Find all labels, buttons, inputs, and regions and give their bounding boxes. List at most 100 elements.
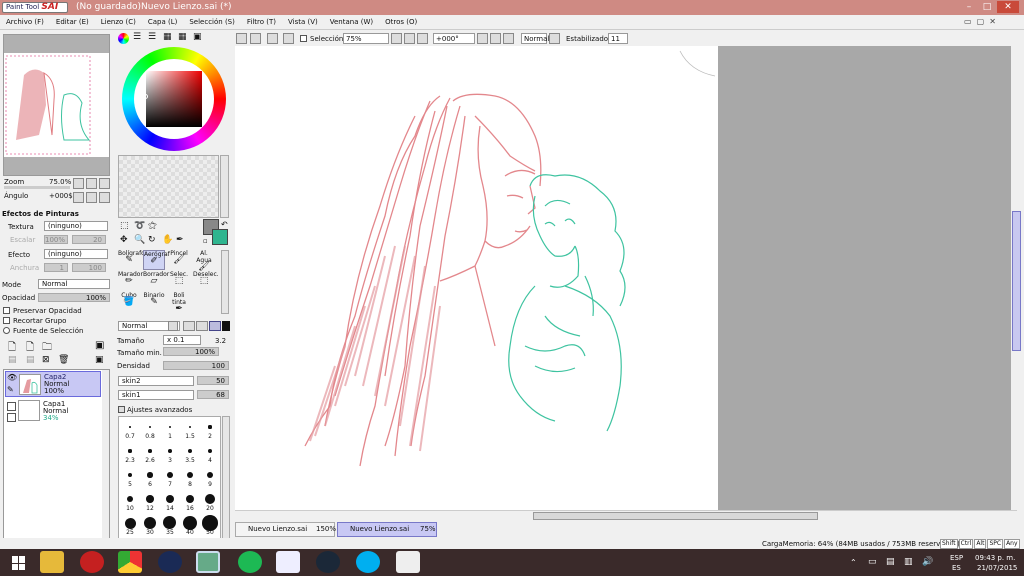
- brush-size-cell[interactable]: 4: [200, 443, 220, 467]
- swatches-tab-icon[interactable]: ▦: [163, 32, 172, 42]
- zoom-reset-button[interactable]: [417, 33, 428, 44]
- layer-mask-icon[interactable]: ▣: [95, 355, 104, 365]
- clock-date[interactable]: 21/07/2015: [977, 564, 1017, 572]
- brush-size-cell[interactable]: 20: [200, 491, 220, 515]
- brush-size-cell[interactable]: 2.6: [140, 443, 160, 467]
- size-value[interactable]: 3.2: [215, 337, 226, 345]
- rect-select-icon[interactable]: ⬚: [120, 221, 129, 231]
- density-slider[interactable]: 100: [163, 361, 229, 370]
- power-icon[interactable]: [80, 551, 104, 573]
- merge-down-icon[interactable]: ▤: [26, 355, 35, 365]
- menu-view[interactable]: Vista (V): [282, 15, 324, 29]
- mixer-tab-icon[interactable]: ▣: [193, 32, 202, 42]
- brush-size-cell[interactable]: 1: [160, 419, 180, 443]
- minimize-button[interactable]: –: [962, 1, 976, 13]
- action-center-icon[interactable]: ▤: [886, 557, 895, 567]
- eyedropper-icon[interactable]: ✒: [176, 235, 184, 245]
- transfer-down-icon[interactable]: ▤: [8, 355, 17, 365]
- start-button-icon[interactable]: [12, 556, 26, 570]
- menu-selection[interactable]: Selección (S): [183, 15, 241, 29]
- brush-size-cell[interactable]: 12: [140, 491, 160, 515]
- canvas-area[interactable]: [235, 46, 1017, 510]
- zoom-in-button[interactable]: [404, 33, 415, 44]
- tab-document-2[interactable]: Nuevo Lienzo.sai 75%: [337, 522, 437, 537]
- tool-binary[interactable]: Binario ✎: [143, 292, 165, 312]
- zoom-slider[interactable]: [4, 186, 70, 189]
- min-size-slider[interactable]: 100%: [163, 347, 219, 356]
- brush-size-cell[interactable]: 50: [200, 515, 220, 539]
- tool-pen[interactable]: Bolígrafo ✎: [118, 250, 145, 270]
- network-icon[interactable]: ▥: [904, 557, 913, 567]
- scale-value[interactable]: 100%: [44, 235, 68, 244]
- layer-row-capa2[interactable]: 👁 ✎ Capa2 Normal 100%: [5, 371, 101, 397]
- brush-size-cell[interactable]: 1.5: [180, 419, 200, 443]
- brush-edge-flat-icon[interactable]: [222, 321, 230, 331]
- close-button[interactable]: ✕: [997, 1, 1019, 13]
- scratchpad-tab-icon[interactable]: ▦: [178, 32, 187, 42]
- angle-select[interactable]: +000°: [433, 33, 475, 44]
- tool-grid-scrollbar[interactable]: [221, 250, 229, 314]
- mdi-window-controls[interactable]: ▭ ▢ ✕: [964, 17, 996, 26]
- brush-size-cell[interactable]: 35: [160, 515, 180, 539]
- language-indicator[interactable]: ESP: [950, 554, 963, 562]
- nav-rotate-reset-button[interactable]: [99, 192, 110, 203]
- preserve-opacity-checkbox[interactable]: [3, 307, 10, 314]
- hand-tool-icon[interactable]: ✋: [162, 235, 173, 245]
- layer-options-icon[interactable]: ▣: [95, 340, 104, 351]
- file-explorer-icon[interactable]: [40, 551, 64, 573]
- brush-size-cell[interactable]: 5: [120, 467, 140, 491]
- navigator-preview[interactable]: [3, 34, 110, 176]
- menu-window[interactable]: Ventana (W): [324, 15, 379, 29]
- lock-checkbox[interactable]: [7, 413, 16, 422]
- swap-colors-icon[interactable]: ↶: [221, 220, 228, 229]
- selection-checkbox[interactable]: [300, 35, 307, 42]
- zoom-tool-icon[interactable]: 🔍: [134, 235, 145, 245]
- selection-source-checkbox[interactable]: [3, 327, 10, 334]
- deselect-button[interactable]: [267, 33, 278, 44]
- scratchpad[interactable]: [118, 155, 219, 218]
- blend-toggle-button[interactable]: [549, 33, 560, 44]
- effect-select[interactable]: (ninguno): [44, 249, 108, 259]
- hsv-slider-tab-icon[interactable]: ☰: [148, 32, 156, 42]
- media-player-icon[interactable]: [158, 551, 182, 573]
- nav-rotate-left-button[interactable]: [73, 192, 84, 203]
- vertical-scroll-thumb[interactable]: [1012, 211, 1021, 351]
- nav-zoom-out-button[interactable]: [73, 178, 84, 189]
- transparent-color-icon[interactable]: ▫: [203, 237, 208, 245]
- canvas-paper[interactable]: [235, 46, 718, 510]
- size-multiplier-select[interactable]: x 0.1: [163, 335, 201, 345]
- invert-selection-button[interactable]: [283, 33, 294, 44]
- width-number[interactable]: 100: [72, 263, 106, 272]
- brush-size-cell[interactable]: 3: [160, 443, 180, 467]
- clear-layer-icon[interactable]: ⊠: [42, 355, 50, 365]
- visibility-checkbox[interactable]: [7, 402, 16, 411]
- delete-layer-icon[interactable]: 🗑: [58, 355, 69, 365]
- clock-time[interactable]: 09:43 p. m.: [975, 554, 1015, 562]
- tool-select[interactable]: Selec. ⬚: [168, 271, 190, 291]
- tool-bucket[interactable]: Cubo 🪣: [118, 292, 140, 312]
- brush-size-cell[interactable]: 2: [200, 419, 220, 443]
- texture-select[interactable]: (ninguno): [44, 221, 108, 231]
- tray-up-arrow-icon[interactable]: ⌃: [850, 558, 857, 567]
- blend-mode-select[interactable]: Normal: [521, 33, 549, 44]
- undo-button[interactable]: [236, 33, 247, 44]
- visibility-eye-icon[interactable]: 👁: [7, 373, 17, 383]
- brush-size-scrollbar[interactable]: [222, 416, 230, 540]
- steam-icon[interactable]: [316, 551, 340, 573]
- brush-size-cell[interactable]: 6: [140, 467, 160, 491]
- brush-shape-value[interactable]: 50: [197, 376, 229, 385]
- brush-size-cell[interactable]: 40: [180, 515, 200, 539]
- magic-wand-icon[interactable]: ⚝: [148, 221, 157, 231]
- layer-list-scrollbar[interactable]: [102, 370, 109, 554]
- brush-size-cell[interactable]: 0.7: [120, 419, 140, 443]
- color-wheel[interactable]: [122, 47, 226, 151]
- paint-palette-icon[interactable]: [276, 551, 300, 573]
- skype-icon[interactable]: [356, 551, 380, 573]
- canvas-horizontal-scrollbar[interactable]: [235, 510, 1017, 521]
- zoom-select[interactable]: 75%: [343, 33, 389, 44]
- tool-marker[interactable]: Marador ✏: [118, 271, 143, 291]
- lasso-icon[interactable]: ➰: [134, 221, 145, 231]
- menu-file[interactable]: Archivo (F): [0, 15, 50, 29]
- tool-airbrush[interactable]: Aerógraf ✐: [143, 250, 170, 270]
- rgb-slider-tab-icon[interactable]: ☰: [133, 32, 141, 42]
